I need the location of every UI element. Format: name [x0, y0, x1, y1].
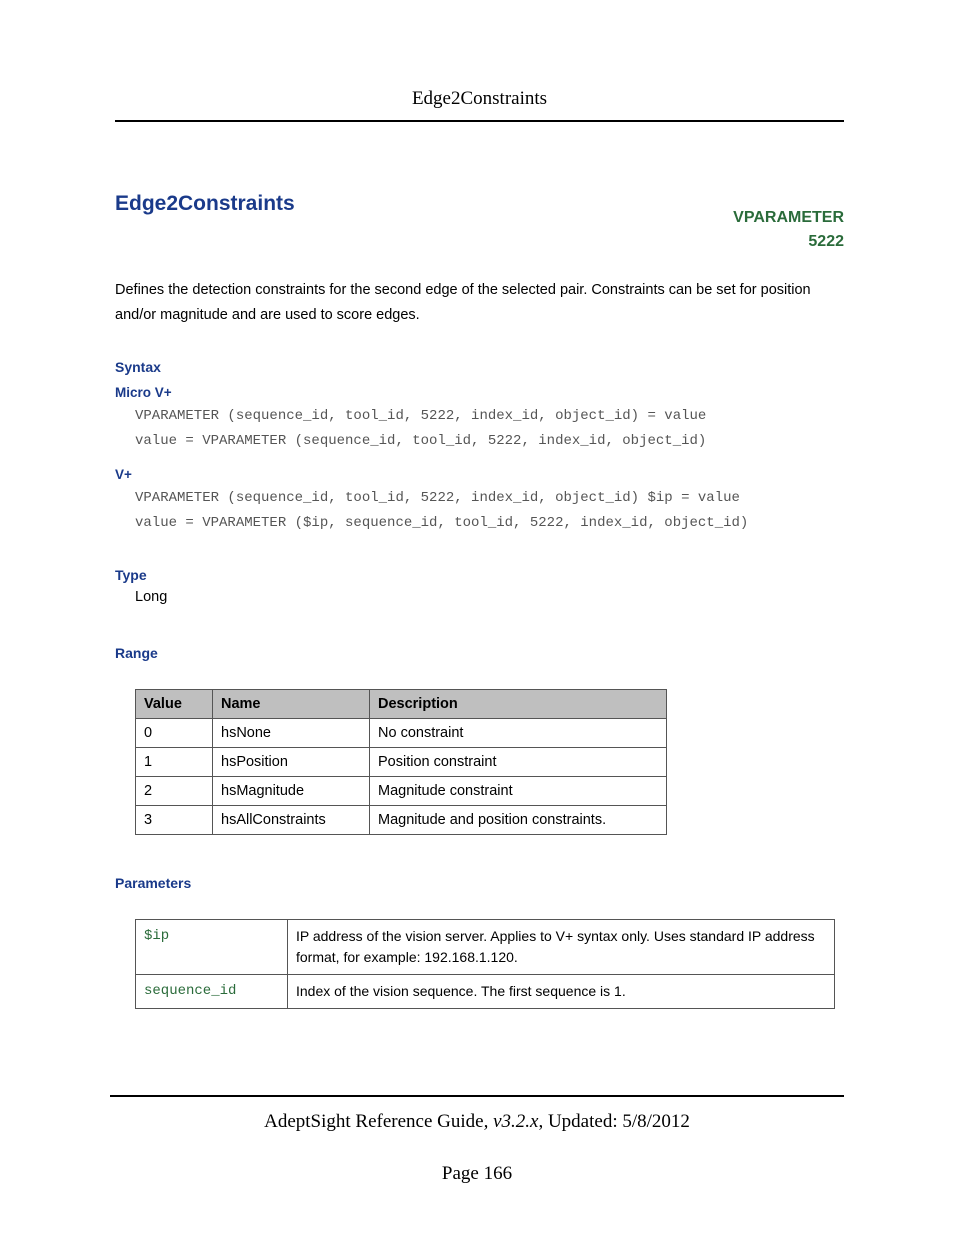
table-row: sequence_id Index of the vision sequence…: [136, 975, 835, 1009]
page-title: Edge2Constraints: [115, 192, 295, 216]
table-row: $ip IP address of the vision server. App…: [136, 920, 835, 975]
param-desc: IP address of the vision server. Applies…: [288, 920, 835, 975]
vplus-heading: V+: [115, 467, 844, 482]
parameters-table: $ip IP address of the vision server. App…: [135, 919, 835, 1009]
table-row: 0 hsNone No constraint: [136, 719, 667, 748]
range-desc: No constraint: [370, 719, 667, 748]
param-name: sequence_id: [136, 975, 288, 1009]
type-value: Long: [135, 589, 844, 605]
syntax-heading: Syntax: [115, 359, 844, 375]
range-desc: Magnitude and position constraints.: [370, 806, 667, 835]
footer-title: AdeptSight Reference Guide: [264, 1111, 483, 1132]
range-header-name: Name: [213, 690, 370, 719]
running-header: Edge2Constraints: [115, 88, 844, 122]
micro-vplus-heading: Micro V+: [115, 385, 844, 400]
range-desc: Magnitude constraint: [370, 777, 667, 806]
vparameter-label: VPARAMETER: [733, 206, 844, 230]
vplus-code: VPARAMETER (sequence_id, tool_id, 5222, …: [135, 486, 844, 535]
range-header-desc: Description: [370, 690, 667, 719]
type-heading: Type: [115, 567, 844, 583]
range-heading: Range: [115, 645, 844, 661]
intro-text: Defines the detection constraints for th…: [115, 278, 844, 327]
range-name: hsMagnitude: [213, 777, 370, 806]
table-row: 2 hsMagnitude Magnitude constraint: [136, 777, 667, 806]
table-row: 1 hsPosition Position constraint: [136, 748, 667, 777]
range-desc: Position constraint: [370, 748, 667, 777]
range-value: 2: [136, 777, 213, 806]
range-header-value: Value: [136, 690, 213, 719]
range-table: Value Name Description 0 hsNone No const…: [135, 689, 667, 835]
param-name: $ip: [136, 920, 288, 975]
footer-version: , v3.2.x: [484, 1111, 539, 1132]
page-number: Page 166: [110, 1163, 844, 1185]
page-footer: AdeptSight Reference Guide, v3.2.x, Upda…: [110, 1095, 844, 1185]
range-name: hsPosition: [213, 748, 370, 777]
range-name: hsAllConstraints: [213, 806, 370, 835]
vparameter-badge: VPARAMETER 5222: [733, 206, 844, 254]
range-value: 0: [136, 719, 213, 748]
range-name: hsNone: [213, 719, 370, 748]
footer-updated: , Updated: 5/8/2012: [538, 1111, 689, 1132]
range-value: 3: [136, 806, 213, 835]
range-value: 1: [136, 748, 213, 777]
micro-vplus-code: VPARAMETER (sequence_id, tool_id, 5222, …: [135, 404, 844, 453]
table-row: 3 hsAllConstraints Magnitude and positio…: [136, 806, 667, 835]
param-desc: Index of the vision sequence. The first …: [288, 975, 835, 1009]
parameters-heading: Parameters: [115, 875, 844, 891]
vparameter-number: 5222: [733, 230, 844, 254]
